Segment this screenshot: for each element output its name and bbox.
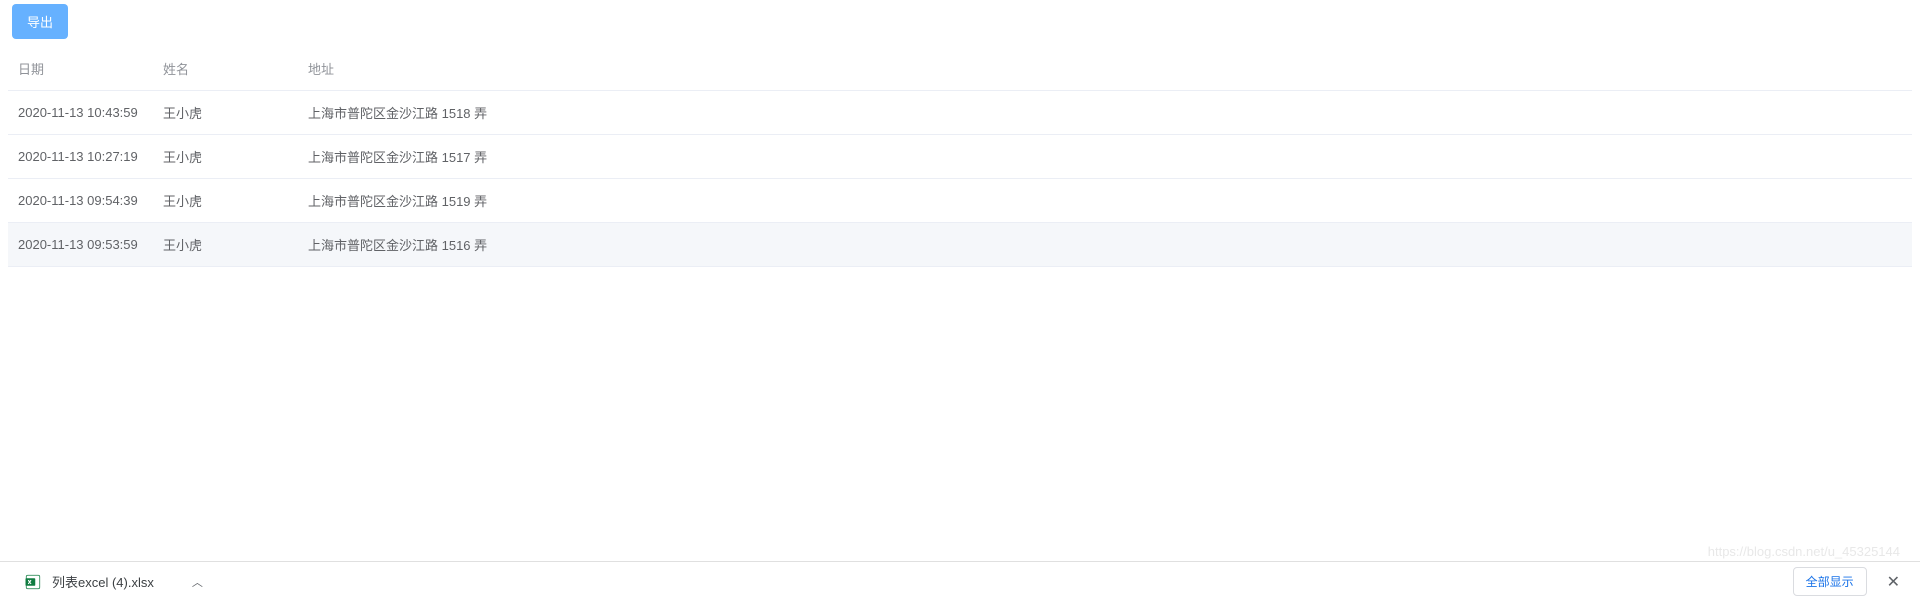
table-row[interactable]: 2020-11-13 09:53:59 王小虎 上海市普陀区金沙江路 1516 … <box>8 223 1912 267</box>
download-filename: 列表excel (4).xlsx <box>52 572 154 591</box>
table-header-row: 日期 姓名 地址 <box>8 47 1912 91</box>
data-table: 日期 姓名 地址 2020-11-13 10:43:59 王小虎 上海市普陀区金… <box>8 47 1912 267</box>
cell-address: 上海市普陀区金沙江路 1518 弄 <box>298 91 1912 135</box>
cell-date: 2020-11-13 09:53:59 <box>8 223 153 267</box>
watermark-text: https://blog.csdn.net/u_45325144 <box>1708 544 1900 559</box>
cell-address: 上海市普陀区金沙江路 1519 弄 <box>298 179 1912 223</box>
export-button[interactable]: 导出 <box>12 4 68 39</box>
cell-name: 王小虎 <box>153 91 298 135</box>
show-all-button[interactable]: 全部显示 <box>1793 567 1867 596</box>
header-date: 日期 <box>8 47 153 91</box>
header-name: 姓名 <box>153 47 298 91</box>
table-row[interactable]: 2020-11-13 10:27:19 王小虎 上海市普陀区金沙江路 1517 … <box>8 135 1912 179</box>
cell-address: 上海市普陀区金沙江路 1517 弄 <box>298 135 1912 179</box>
download-bar: 列表excel (4).xlsx ︿ 全部显示 ✕ <box>0 561 1920 601</box>
cell-date: 2020-11-13 10:27:19 <box>8 135 153 179</box>
table-row[interactable]: 2020-11-13 10:43:59 王小虎 上海市普陀区金沙江路 1518 … <box>8 91 1912 135</box>
header-address: 地址 <box>298 47 1912 91</box>
excel-icon <box>24 573 42 591</box>
cell-date: 2020-11-13 10:43:59 <box>8 91 153 135</box>
cell-name: 王小虎 <box>153 223 298 267</box>
download-item[interactable]: 列表excel (4).xlsx ︿ <box>16 568 211 595</box>
cell-name: 王小虎 <box>153 179 298 223</box>
cell-address: 上海市普陀区金沙江路 1516 弄 <box>298 223 1912 267</box>
cell-name: 王小虎 <box>153 135 298 179</box>
close-icon[interactable]: ✕ <box>1883 568 1904 596</box>
cell-date: 2020-11-13 09:54:39 <box>8 179 153 223</box>
chevron-up-icon[interactable]: ︿ <box>192 574 203 590</box>
table-row[interactable]: 2020-11-13 09:54:39 王小虎 上海市普陀区金沙江路 1519 … <box>8 179 1912 223</box>
